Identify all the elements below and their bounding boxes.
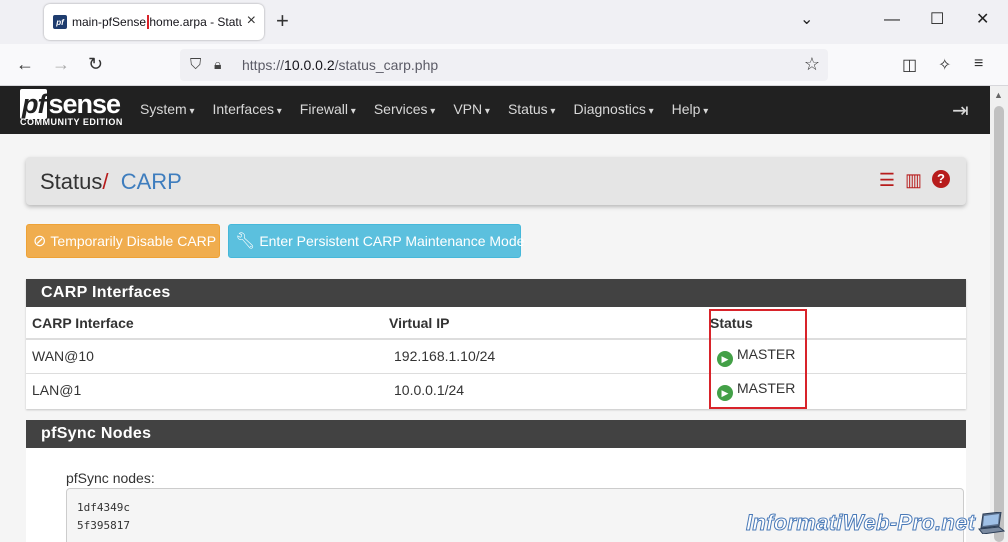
bookmark-star-icon[interactable]: ☆ [804, 54, 820, 75]
table-row: LAN@1 10.0.0.1/24 ▶ MASTER [26, 372, 966, 407]
extensions-icon[interactable]: ✧ [938, 55, 951, 75]
enter-maintenance-mode-button[interactable]: 🔧︎ Enter Persistent CARP Maintenance Mode [228, 224, 524, 258]
logout-icon[interactable]: ⇥ [952, 98, 969, 123]
pocket-icon[interactable]: ◫ [902, 55, 917, 75]
ban-icon: ⊘ [33, 233, 47, 250]
page-scrollbar[interactable]: ▲ [990, 86, 1008, 542]
watermark: InformatiWeb-Pro.net [745, 510, 976, 536]
temporarily-disable-carp-button[interactable]: ⊘ Temporarily Disable CARP [26, 224, 220, 258]
breadcrumb: Status/ CARP ☰ ▥ ? [26, 157, 966, 205]
status-highlight-box [709, 309, 807, 409]
scroll-thumb[interactable] [994, 106, 1004, 542]
minimize-icon[interactable]: — [884, 10, 900, 30]
tab-title: main-pfSense.home.arpa - Status: CARP [72, 15, 242, 29]
pfsense-navbar: pfsense COMMUNITY EDITION System Interfa… [0, 86, 990, 134]
menu-services[interactable]: Services [374, 101, 436, 117]
list-tabs-icon[interactable]: ⌄ [800, 10, 813, 30]
close-tab-icon[interactable]: × [247, 13, 256, 29]
menu-hamburger-icon[interactable]: ≡ [974, 55, 983, 73]
tab-title-hostname: main-pfSense [72, 15, 150, 29]
bar-chart-icon[interactable]: ▥ [905, 170, 922, 191]
pfsync-nodes-label: pfSync nodes: [66, 470, 155, 486]
lock-icon[interactable]: 🔒︎ [214, 56, 221, 73]
column-header: CARP Interface [26, 307, 383, 340]
menu-status[interactable]: Status [508, 101, 556, 117]
forward-icon[interactable]: → [52, 54, 70, 74]
browser-toolbar: ← → ↻ ⛉ 🔒︎ https://10.0.0.2/status_carp.… [0, 44, 1008, 86]
wrench-icon: 🔧︎ [235, 233, 256, 250]
carp-interface-cell: WAN@10 [26, 338, 383, 373]
pfsense-logo[interactable]: pf sense COMMUNITY EDITION [20, 89, 123, 127]
url-text[interactable]: https://10.0.0.2/status_carp.php [242, 57, 438, 73]
menu-diagnostics[interactable]: Diagnostics [573, 101, 653, 117]
page-title: Status/ CARP [40, 169, 182, 194]
back-icon[interactable]: ← [16, 54, 34, 74]
panel-title: pfSync Nodes [26, 420, 966, 448]
virtual-ip-cell: 192.168.1.10/24 [383, 338, 704, 373]
tracking-shield-icon[interactable]: ⛉ [190, 56, 201, 73]
menu-interfaces[interactable]: Interfaces [213, 101, 282, 117]
table-row: WAN@10 192.168.1.10/24 ▶ MASTER [26, 338, 966, 373]
panel-title: CARP Interfaces [26, 279, 966, 307]
main-menu: System Interfaces Firewall Services VPN … [140, 101, 726, 117]
reload-icon[interactable]: ↻ [88, 54, 103, 74]
maximize-icon[interactable]: ☐ [930, 10, 944, 30]
virtual-ip-cell: 10.0.0.1/24 [383, 372, 704, 407]
breadcrumb-current[interactable]: CARP [121, 169, 182, 194]
url-bar[interactable]: ⛉ 🔒︎ https://10.0.0.2/status_carp.php ☆ [180, 49, 828, 81]
breadcrumb-parent[interactable]: Status [40, 169, 102, 194]
settings-sliders-icon[interactable]: ☰ [879, 170, 895, 191]
column-header: Virtual IP [383, 307, 704, 340]
menu-help[interactable]: Help [672, 101, 709, 117]
menu-vpn[interactable]: VPN [453, 101, 490, 117]
browser-tab-bar: pf main-pfSense.home.arpa - Status: CARP… [0, 0, 1008, 44]
pfsense-favicon-icon: pf [53, 15, 67, 29]
menu-firewall[interactable]: Firewall [300, 101, 356, 117]
carp-table: CARP Interface Virtual IP Status WAN@10 … [26, 307, 966, 407]
breadcrumb-actions: ☰ ▥ ? [869, 170, 950, 191]
carp-interface-cell: LAN@1 [26, 372, 383, 407]
scroll-up-icon[interactable]: ▲ [994, 90, 1003, 100]
laptop-logo-icon [978, 512, 1005, 534]
new-tab-icon[interactable]: + [276, 10, 289, 32]
tab-title-rest: .home.arpa - Status: CARP [146, 15, 242, 29]
carp-interfaces-panel: CARP Interfaces CARP Interface Virtual I… [26, 279, 966, 409]
close-window-icon[interactable]: ✕ [976, 10, 989, 30]
help-icon[interactable]: ? [932, 170, 950, 188]
menu-system[interactable]: System [140, 101, 195, 117]
browser-tab[interactable]: pf main-pfSense.home.arpa - Status: CARP… [44, 4, 264, 40]
